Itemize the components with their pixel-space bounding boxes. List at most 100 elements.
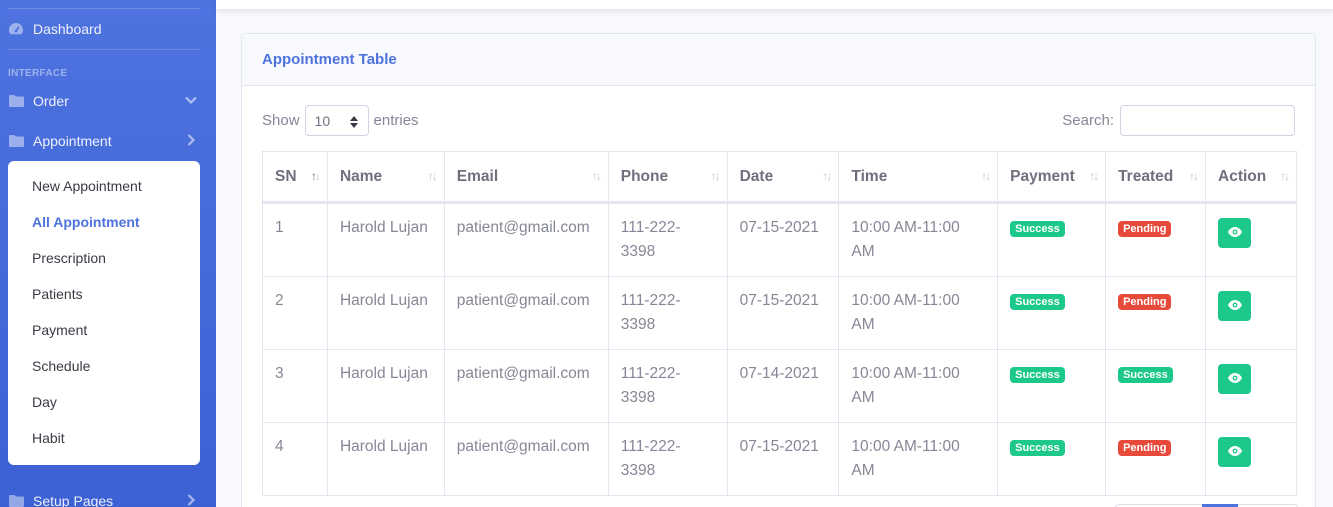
cell-action bbox=[1205, 276, 1297, 350]
table-row: 4 Harold Lujan patient@gmail.com 111-222… bbox=[262, 422, 1297, 496]
column-header-treated[interactable]: Treated ↑↓ bbox=[1105, 151, 1206, 204]
submenu-item-schedule[interactable]: Schedule bbox=[8, 348, 200, 384]
table-row: 2 Harold Lujan patient@gmail.com 111-222… bbox=[262, 276, 1297, 350]
cell-name: Harold Lujan bbox=[326, 276, 445, 350]
sort-icon: ↑↓ bbox=[710, 169, 721, 183]
entries-select[interactable]: 10 bbox=[304, 105, 369, 136]
cell-time: 10:00 AM-11:00 AM bbox=[838, 202, 999, 277]
column-header-phone[interactable]: Phone ↑↓ bbox=[607, 151, 728, 204]
column-header-date[interactable]: Date ↑↓ bbox=[726, 151, 840, 204]
sidebar-item-dashboard[interactable]: Dashboard bbox=[8, 16, 208, 42]
sidebar-item-appointment[interactable]: Appointment bbox=[8, 128, 208, 154]
sort-icon: ↑↓ bbox=[822, 169, 832, 183]
cell-email: patient@gmail.com bbox=[443, 276, 609, 350]
sidebar-item-label: Appointment bbox=[33, 133, 112, 149]
sidebar-item-label: Dashboard bbox=[33, 21, 102, 37]
cell-payment: Success bbox=[997, 349, 1107, 423]
cell-email: patient@gmail.com bbox=[443, 202, 609, 277]
payment-status-badge: Success bbox=[1010, 294, 1065, 310]
submenu-item-prescription[interactable]: Prescription bbox=[8, 240, 200, 276]
column-header-name[interactable]: Name ↑↓ bbox=[326, 151, 445, 204]
cell-name: Harold Lujan bbox=[326, 422, 445, 496]
payment-status-badge: Success bbox=[1010, 221, 1065, 237]
cell-email: patient@gmail.com bbox=[443, 422, 609, 496]
chevron-right-icon bbox=[184, 493, 198, 507]
cell-time: 10:00 AM-11:00 AM bbox=[838, 276, 999, 350]
cell-treated: Pending bbox=[1105, 276, 1206, 350]
payment-status-badge: Success bbox=[1010, 440, 1065, 456]
treated-status-badge: Success bbox=[1118, 367, 1173, 383]
chevron-down-icon bbox=[184, 93, 198, 107]
cell-phone: 111-222-3398 bbox=[607, 349, 728, 423]
cell-sn: 2 bbox=[262, 276, 328, 350]
cell-sn: 1 bbox=[262, 202, 328, 277]
cell-action bbox=[1205, 349, 1297, 423]
topbar bbox=[216, 0, 1333, 9]
table-row: 3 Harold Lujan patient@gmail.com 111-222… bbox=[262, 349, 1297, 423]
sort-icon: ↑↓ bbox=[310, 169, 321, 183]
cell-phone: 111-222-3398 bbox=[607, 422, 728, 496]
cell-payment: Success bbox=[997, 202, 1107, 277]
search-label: Search: bbox=[1062, 112, 1114, 129]
cell-date: 07-15-2021 bbox=[726, 202, 840, 277]
sidebar-item-label: Setup Pages bbox=[33, 493, 114, 507]
chevron-right-icon bbox=[184, 133, 198, 147]
sidebar: Dashboard INTERFACE Order Appointment Ne… bbox=[0, 0, 216, 507]
sidebar-item-order[interactable]: Order bbox=[8, 88, 208, 114]
table-row: 1 Harold Lujan patient@gmail.com 111-222… bbox=[262, 202, 1297, 277]
appointment-submenu: New Appointment All Appointment Prescrip… bbox=[8, 161, 200, 465]
column-header-action[interactable]: Action ↑↓ bbox=[1205, 151, 1297, 204]
payment-status-badge: Success bbox=[1010, 367, 1065, 383]
cell-action bbox=[1205, 202, 1297, 277]
entries-value: 10 bbox=[314, 112, 331, 129]
view-button[interactable] bbox=[1218, 364, 1251, 394]
column-header-sn[interactable]: SN ↑↓ bbox=[262, 151, 328, 204]
view-button[interactable] bbox=[1218, 218, 1251, 248]
sort-icon: ↑↓ bbox=[1189, 169, 1199, 183]
sidebar-item-label: Order bbox=[33, 93, 69, 109]
submenu-item-habit[interactable]: Habit bbox=[8, 420, 200, 456]
cell-sn: 3 bbox=[262, 349, 328, 423]
folder-icon bbox=[8, 93, 24, 109]
show-label: Show bbox=[262, 112, 300, 129]
submenu-item-day[interactable]: Day bbox=[8, 384, 200, 420]
table-header-row: SN ↑↓ Name ↑↓ Email ↑↓ Phone ↑↓ Date ↑↓ Time ↑… bbox=[262, 151, 1297, 204]
column-header-time[interactable]: Time ↑↓ bbox=[838, 151, 999, 204]
sidebar-heading: INTERFACE bbox=[8, 68, 68, 79]
cell-time: 10:00 AM-11:00 AM bbox=[838, 422, 999, 496]
tachometer-icon bbox=[8, 21, 24, 37]
submenu-item-new-appointment[interactable]: New Appointment bbox=[8, 168, 200, 204]
view-button[interactable] bbox=[1218, 437, 1251, 467]
sort-icon: ↑↓ bbox=[591, 169, 602, 183]
submenu-item-patients[interactable]: Patients bbox=[8, 276, 200, 312]
cell-date: 07-15-2021 bbox=[726, 422, 840, 496]
view-button[interactable] bbox=[1218, 291, 1251, 321]
cell-payment: Success bbox=[997, 422, 1107, 496]
column-header-payment[interactable]: Payment ↑↓ bbox=[997, 151, 1107, 204]
sidebar-divider bbox=[8, 49, 200, 50]
cell-sn: 4 bbox=[262, 422, 328, 496]
sidebar-item-setup-pages[interactable]: Setup Pages bbox=[8, 488, 208, 507]
submenu-item-payment[interactable]: Payment bbox=[8, 312, 200, 348]
folder-icon bbox=[8, 133, 24, 149]
cell-phone: 111-222-3398 bbox=[607, 202, 728, 277]
card-title: Appointment Table bbox=[262, 51, 397, 68]
cell-name: Harold Lujan bbox=[326, 349, 445, 423]
sort-arrows-icon bbox=[349, 115, 358, 128]
sort-icon: ↑↓ bbox=[981, 169, 991, 183]
search-input[interactable] bbox=[1120, 105, 1295, 136]
sort-icon: ↑↓ bbox=[427, 169, 438, 183]
entries-label: entries bbox=[373, 112, 419, 129]
column-header-email[interactable]: Email ↑↓ bbox=[443, 151, 609, 204]
length-control: Show 10 entries bbox=[262, 105, 419, 136]
submenu-item-all-appointment[interactable]: All Appointment bbox=[8, 204, 200, 240]
sort-icon: ↑↓ bbox=[1280, 169, 1290, 183]
treated-status-badge: Pending bbox=[1118, 221, 1172, 237]
cell-email: patient@gmail.com bbox=[443, 349, 609, 423]
eye-icon bbox=[1227, 367, 1242, 391]
cell-payment: Success bbox=[997, 276, 1107, 350]
eye-icon bbox=[1227, 440, 1242, 464]
eye-icon bbox=[1227, 294, 1242, 318]
cell-treated: Pending bbox=[1105, 422, 1206, 496]
treated-status-badge: Pending bbox=[1118, 440, 1172, 456]
